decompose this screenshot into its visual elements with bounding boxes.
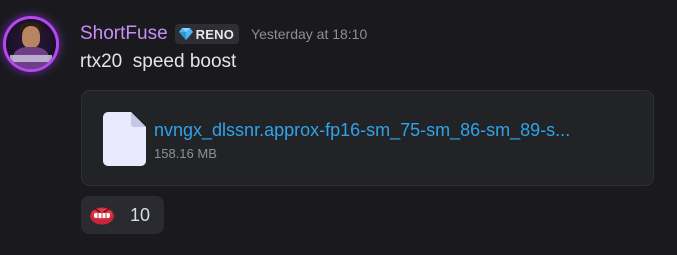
diamond-gem-icon (178, 28, 193, 40)
chat-message: ShortFuse RENO Yesterday at 18:10 rtx20 … (0, 0, 677, 255)
message-timestamp[interactable]: Yesterday at 18:10 (251, 26, 367, 42)
file-attachment[interactable]: nvngx_dlssnr.approx-fp16-sm_75-sm_86-sm_… (81, 90, 654, 186)
attachment-filename-link[interactable]: nvngx_dlssnr.approx-fp16-sm_75-sm_86-sm_… (154, 120, 634, 141)
message-content: rtx20 speed boost (80, 51, 237, 72)
server-tag-label: RENO (195, 26, 235, 42)
avatar-face (22, 26, 40, 48)
reaction-count: 10 (130, 204, 151, 225)
attachment-file-size: 158.16 MB (154, 146, 217, 161)
red-angry-face-emoji (90, 207, 114, 225)
message-header: ShortFuse RENO Yesterday at 18:10 (80, 22, 367, 46)
reaction-button[interactable]: 10 (81, 196, 164, 234)
user-avatar[interactable] (6, 19, 56, 69)
author-username[interactable]: ShortFuse (80, 23, 168, 45)
file-icon (103, 112, 146, 166)
server-tag-badge[interactable]: RENO (174, 24, 240, 44)
avatar-banner (10, 55, 52, 62)
